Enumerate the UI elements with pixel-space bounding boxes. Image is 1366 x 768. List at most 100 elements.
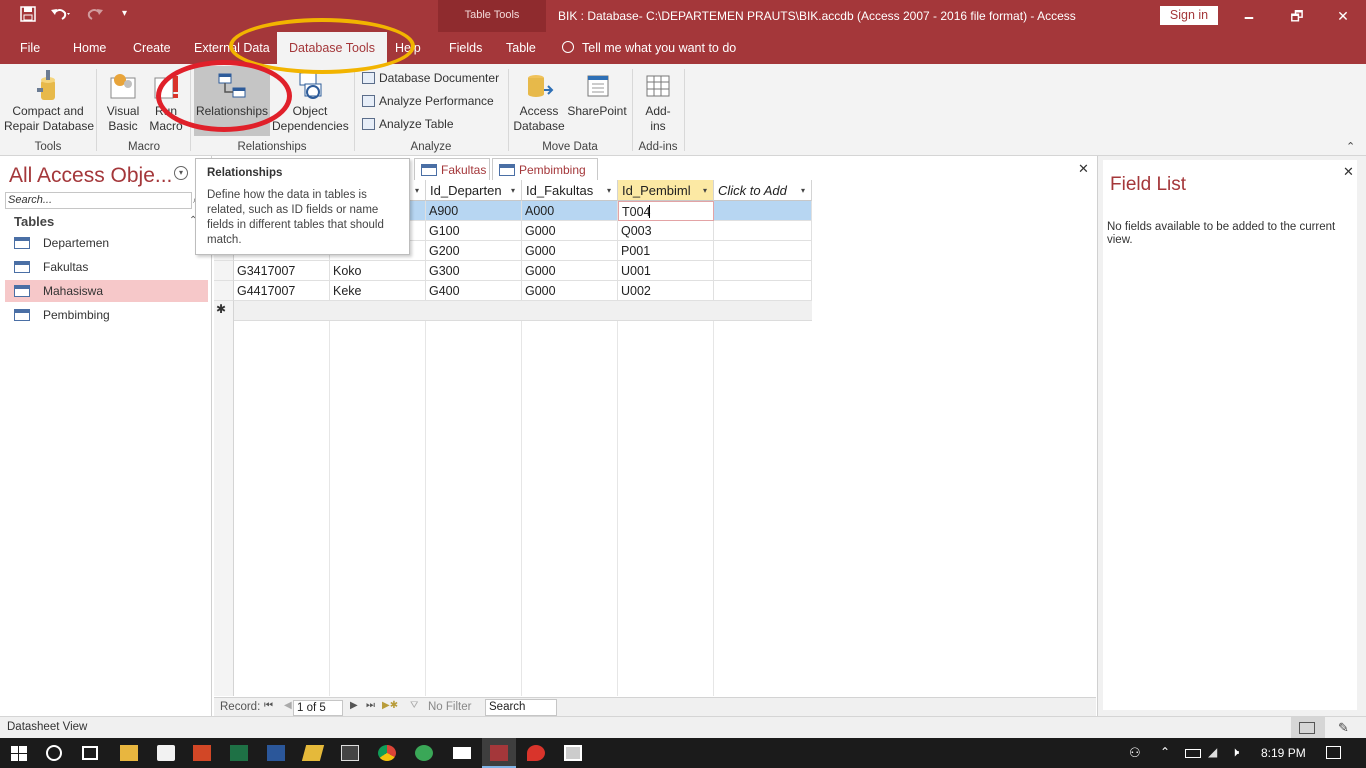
nav-item-mahasiswa[interactable]: Mahasiswa — [5, 280, 208, 302]
mail-icon[interactable] — [453, 747, 471, 759]
compact-repair-button[interactable]: Compact and Repair Database — [4, 70, 94, 134]
analyze-table-button[interactable]: Analyze Table — [362, 117, 454, 131]
access-database-button[interactable]: Access Database — [512, 70, 566, 134]
table-cell[interactable]: G400 — [426, 281, 522, 301]
volume-icon[interactable]: 🕨 — [1231, 744, 1239, 760]
first-record-icon[interactable]: ⏮ — [264, 700, 273, 711]
word-icon[interactable] — [267, 745, 285, 761]
table-cell[interactable]: G000 — [522, 281, 618, 301]
column-header-id-pembimbing[interactable]: Id_Pembiml ▾ — [618, 180, 714, 201]
previous-record-icon[interactable]: ◀ — [284, 700, 292, 711]
save-icon[interactable] — [20, 6, 36, 25]
tab-fields[interactable]: Fields — [449, 32, 482, 64]
table-cell[interactable]: G000 — [522, 261, 618, 281]
cortana-icon[interactable] — [46, 745, 62, 761]
store-icon[interactable] — [157, 745, 175, 761]
record-selector[interactable] — [214, 281, 234, 301]
new-record-icon[interactable]: ▶✱ — [382, 700, 398, 711]
collapse-ribbon-icon[interactable]: ⌃ — [1346, 140, 1355, 153]
sticky-app-icon[interactable] — [301, 745, 325, 761]
table-cell[interactable]: G000 — [522, 221, 618, 241]
nav-section-tables[interactable]: Tables — [14, 214, 54, 229]
table-cell[interactable]: G100 — [426, 221, 522, 241]
active-cell-editor[interactable]: T004 — [618, 201, 714, 221]
table-cell[interactable]: G3417007 — [234, 261, 330, 281]
table-cell[interactable] — [714, 221, 812, 241]
network-icon[interactable]: ◢ — [1208, 745, 1217, 759]
column-header-click-to-add[interactable]: Click to Add ▾ — [714, 180, 812, 201]
table-cell[interactable]: A000 — [522, 201, 618, 221]
chrome-icon[interactable] — [378, 745, 396, 761]
table-cell[interactable]: Keke — [330, 281, 426, 301]
tab-table[interactable]: Table — [506, 32, 536, 64]
video-app-icon[interactable] — [341, 745, 359, 761]
nav-pane-title[interactable]: All Access Obje... — [9, 164, 172, 188]
close-field-list-icon[interactable]: ✕ — [1343, 164, 1354, 180]
add-ins-button[interactable]: Add- ins — [636, 70, 680, 134]
customize-qat-icon[interactable]: ▾ — [122, 8, 127, 19]
table-cell[interactable]: P001 — [618, 241, 714, 261]
globe-app-icon[interactable] — [415, 745, 433, 761]
nav-item-departemen[interactable]: Departemen — [5, 232, 208, 254]
database-documenter-button[interactable]: Database Documenter — [362, 71, 499, 85]
new-record-row[interactable] — [234, 301, 812, 321]
clock-time[interactable]: 8:19 PM — [1261, 746, 1306, 760]
doc-tab-pembimbing[interactable]: Pembimbing — [492, 158, 598, 180]
redo-icon[interactable] — [84, 6, 104, 25]
nav-search-input[interactable]: Search... — [5, 192, 192, 209]
close-window-button[interactable]: ✕ — [1320, 4, 1366, 28]
visual-basic-button[interactable]: Visual Basic — [102, 70, 144, 134]
next-record-icon[interactable]: ▶ — [350, 700, 358, 711]
tab-file[interactable]: File — [20, 32, 40, 64]
table-cell[interactable] — [714, 241, 812, 261]
minimize-button[interactable]: 🗕 — [1226, 4, 1272, 28]
photos-icon[interactable] — [564, 745, 582, 761]
table-cell[interactable]: G4417007 — [234, 281, 330, 301]
filter-icon[interactable]: ⛛ — [410, 700, 418, 711]
table-cell[interactable]: U002 — [618, 281, 714, 301]
doc-tab-fakultas[interactable]: Fakultas — [414, 158, 490, 180]
tell-me-box[interactable]: Tell me what you want to do — [562, 32, 736, 64]
table-cell[interactable]: G000 — [522, 241, 618, 261]
column-header-id-departemen[interactable]: Id_Departen ▾ — [426, 180, 522, 201]
table-cell[interactable] — [714, 201, 812, 221]
undo-icon[interactable] — [50, 6, 70, 25]
task-view-icon[interactable] — [82, 746, 98, 760]
maps-icon[interactable] — [527, 745, 545, 761]
table-cell[interactable]: U001 — [618, 261, 714, 281]
table-cell[interactable]: Q003 — [618, 221, 714, 241]
close-document-icon[interactable]: ✕ — [1078, 161, 1089, 177]
battery-icon[interactable] — [1185, 749, 1201, 758]
table-icon — [499, 164, 515, 176]
table-cell[interactable]: G300 — [426, 261, 522, 281]
table-cell[interactable]: A900 — [426, 201, 522, 221]
table-cell[interactable] — [714, 261, 812, 281]
tab-home[interactable]: Home — [73, 32, 106, 64]
tray-chevron-icon[interactable]: ⌃ — [1160, 745, 1170, 759]
tab-create[interactable]: Create — [133, 32, 171, 64]
last-record-icon[interactable]: ⏭ — [366, 700, 375, 711]
action-center-icon[interactable] — [1326, 746, 1341, 759]
people-icon[interactable]: ⚇ — [1129, 745, 1141, 761]
sign-in-button[interactable]: Sign in — [1160, 6, 1218, 25]
table-cell[interactable] — [714, 281, 812, 301]
design-view-icon[interactable]: ✎ — [1338, 720, 1349, 736]
nav-item-fakultas[interactable]: Fakultas — [5, 256, 208, 278]
record-selector[interactable] — [214, 261, 234, 281]
table-cell[interactable]: Koko — [330, 261, 426, 281]
column-header-id-fakultas[interactable]: Id_Fakultas ▾ — [522, 180, 618, 201]
powerpoint-icon[interactable] — [193, 745, 211, 761]
nav-item-pembimbing[interactable]: Pembimbing — [5, 304, 208, 326]
table-cell[interactable]: G200 — [426, 241, 522, 261]
access-taskbar-button[interactable] — [482, 738, 516, 768]
nav-menu-chevron-icon[interactable]: ▾ — [174, 166, 188, 180]
current-record-input[interactable]: 1 of 5 — [293, 700, 343, 716]
analyze-performance-button[interactable]: Analyze Performance — [362, 94, 494, 108]
no-filter-label[interactable]: No Filter — [428, 701, 471, 713]
restore-button[interactable]: 🗗 — [1274, 4, 1320, 28]
windows-start-icon[interactable] — [11, 746, 27, 761]
file-explorer-icon[interactable] — [120, 745, 138, 761]
record-search-input[interactable]: Search — [485, 699, 557, 716]
sharepoint-button[interactable]: SharePoint — [566, 70, 628, 119]
excel-icon[interactable] — [230, 745, 248, 761]
